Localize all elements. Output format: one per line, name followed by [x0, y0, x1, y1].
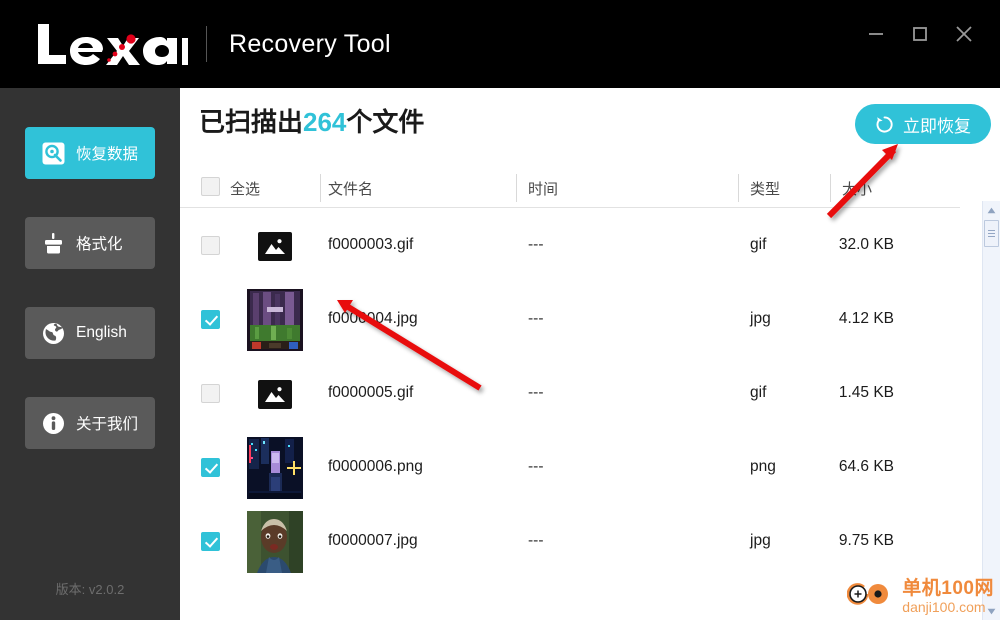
thumbnail-neon-city — [247, 437, 303, 499]
row-type: gif — [750, 236, 767, 253]
row-filename: f0000003.gif — [328, 236, 414, 253]
sidebar-item-label: 关于我们 — [76, 416, 139, 433]
table-row[interactable]: f0000006.png --- png 64.6 KB — [180, 431, 960, 505]
scan-title-prefix: 已扫描出 — [199, 107, 304, 137]
row-thumbnail — [244, 437, 306, 499]
brand-logo-area: Recovery Tool — [36, 20, 391, 68]
row-checkbox[interactable] — [201, 310, 220, 329]
header-divider — [516, 174, 517, 202]
close-button[interactable] — [942, 14, 986, 54]
scrollbar-grip — [988, 233, 995, 234]
sidebar-item-about-us[interactable]: 关于我们 — [25, 397, 155, 449]
main-panel: 已扫描出264个文件 立即恢复 全选 文件名 时间 类型 大小 f0000003… — [180, 88, 1000, 620]
row-time: --- — [528, 384, 544, 401]
row-filename: f0000004.jpg — [328, 310, 418, 327]
header-divider — [738, 174, 739, 202]
format-disk-icon — [39, 232, 67, 255]
scroll-up-arrow-icon[interactable] — [983, 201, 1000, 219]
info-icon — [39, 412, 67, 435]
recover-now-label: 立即恢复 — [903, 116, 971, 136]
sidebar-item-english[interactable]: English — [25, 307, 155, 359]
row-type: jpg — [750, 310, 771, 327]
row-time: --- — [528, 310, 544, 327]
app-subtitle: Recovery Tool — [229, 29, 391, 58]
scan-result-title: 已扫描出264个文件 — [199, 102, 424, 139]
row-type: gif — [750, 384, 767, 401]
window-controls — [854, 14, 986, 54]
row-checkbox[interactable] — [201, 236, 220, 255]
thumbnail-portrait — [247, 511, 303, 573]
scan-file-count: 264 — [303, 107, 347, 137]
header-size[interactable]: 大小 — [842, 178, 872, 199]
recover-now-button[interactable]: 立即恢复 — [855, 104, 991, 144]
select-all-cell — [201, 177, 220, 200]
image-placeholder-icon — [258, 231, 292, 261]
header-time[interactable]: 时间 — [528, 178, 558, 199]
table-header-row: 全选 文件名 时间 类型 大小 — [180, 168, 960, 208]
image-placeholder-icon — [258, 379, 292, 409]
header-divider — [830, 174, 831, 202]
header-type[interactable]: 类型 — [750, 178, 780, 199]
sidebar-item-format[interactable]: 格式化 — [25, 217, 155, 269]
vertical-scrollbar[interactable] — [982, 201, 1000, 620]
thumbnail-forest-scene — [247, 289, 303, 351]
scrollbar-grip — [988, 230, 995, 231]
row-checkbox-cell — [201, 236, 220, 260]
row-size: 32.0 KB — [838, 236, 894, 253]
row-time: --- — [528, 532, 544, 549]
row-size: 9.75 KB — [838, 532, 894, 549]
maximize-button[interactable] — [898, 14, 942, 54]
refresh-icon — [875, 115, 894, 134]
logo-divider — [206, 26, 207, 62]
row-thumbnail — [244, 289, 306, 351]
table-row[interactable]: f0000003.gif --- gif 32.0 KB — [180, 209, 960, 283]
header-divider — [320, 174, 321, 202]
row-checkbox-cell — [201, 310, 220, 334]
scan-title-suffix: 个文件 — [346, 107, 425, 137]
scrollbar-thumb[interactable] — [984, 220, 999, 247]
select-all-checkbox[interactable] — [201, 177, 220, 196]
hard-drive-icon — [39, 142, 67, 165]
header-filename[interactable]: 文件名 — [328, 178, 373, 199]
row-size: 64.6 KB — [838, 458, 894, 475]
row-time: --- — [528, 236, 544, 253]
row-size: 4.12 KB — [838, 310, 894, 327]
row-thumbnail — [244, 215, 306, 277]
sidebar-item-label: English — [76, 324, 127, 341]
row-filename: f0000005.gif — [328, 384, 414, 401]
version-label: 版本: v2.0.2 — [55, 582, 125, 597]
file-list: f0000003.gif --- gif 32.0 KB f0000004.jp… — [180, 209, 960, 620]
lexar-logo — [36, 21, 188, 67]
row-filename: f0000006.png — [328, 458, 423, 475]
scrollbar-grip — [988, 236, 995, 237]
sidebar-item-label: 恢复数据 — [76, 146, 139, 163]
scroll-down-arrow-icon[interactable] — [983, 602, 1000, 620]
table-row[interactable]: f0000005.gif --- gif 1.45 KB — [180, 357, 960, 431]
row-checkbox-cell — [201, 532, 220, 556]
title-bar: Recovery Tool — [0, 0, 1000, 88]
application-window: Recovery Tool 恢复数据 格式化 English 关于我们 版本: … — [0, 0, 1000, 620]
row-type: jpg — [750, 532, 771, 549]
row-filename: f0000007.jpg — [328, 532, 418, 549]
row-time: --- — [528, 458, 544, 475]
sidebar-item-label: 格式化 — [76, 236, 123, 253]
minimize-button[interactable] — [854, 14, 898, 54]
row-checkbox[interactable] — [201, 458, 220, 477]
row-checkbox-cell — [201, 384, 220, 408]
sidebar-item-recover-data[interactable]: 恢复数据 — [25, 127, 155, 179]
row-checkbox-cell — [201, 458, 220, 482]
row-thumbnail — [244, 363, 306, 425]
table-row[interactable]: f0000004.jpg --- jpg 4.12 KB — [180, 283, 960, 357]
globe-icon — [39, 322, 67, 345]
header-select-all[interactable]: 全选 — [230, 178, 260, 199]
row-size: 1.45 KB — [838, 384, 894, 401]
row-thumbnail — [244, 511, 306, 573]
row-checkbox[interactable] — [201, 384, 220, 403]
sidebar: 恢复数据 格式化 English 关于我们 版本: v2.0.2 — [0, 88, 180, 620]
row-checkbox[interactable] — [201, 532, 220, 551]
table-row[interactable]: f0000007.jpg --- jpg 9.75 KB — [180, 505, 960, 579]
row-type: png — [750, 458, 776, 475]
